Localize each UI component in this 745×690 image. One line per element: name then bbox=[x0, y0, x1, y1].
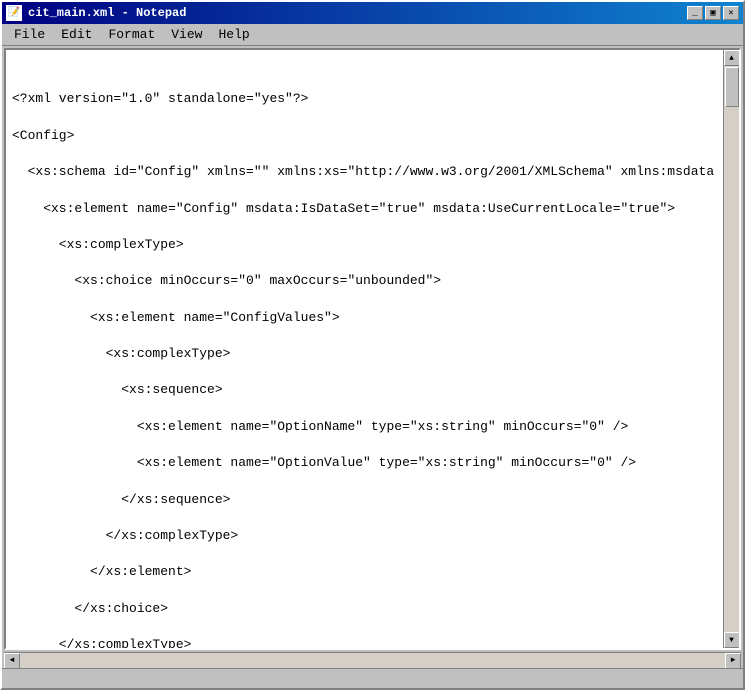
scroll-track-h[interactable] bbox=[20, 653, 725, 668]
menu-bar: File Edit Format View Help bbox=[2, 24, 743, 46]
scroll-track-v[interactable] bbox=[724, 66, 739, 632]
title-bar: 📝 cit_main.xml - Notepad _ ▣ ✕ bbox=[2, 2, 743, 24]
editor-line: <xs:schema id="Config" xmlns="" xmlns:xs… bbox=[12, 163, 717, 181]
main-window: 📝 cit_main.xml - Notepad _ ▣ ✕ File Edit… bbox=[0, 0, 745, 690]
scroll-down-button[interactable]: ▼ bbox=[724, 632, 740, 648]
editor-line: <?xml version="1.0" standalone="yes"?> bbox=[12, 90, 717, 108]
editor-line: <xs:complexType> bbox=[12, 236, 717, 254]
scroll-up-button[interactable]: ▲ bbox=[724, 50, 740, 66]
vertical-scrollbar[interactable]: ▲ ▼ bbox=[723, 50, 739, 648]
menu-file[interactable]: File bbox=[6, 25, 53, 44]
scroll-right-button[interactable]: ► bbox=[725, 653, 741, 669]
menu-view[interactable]: View bbox=[163, 25, 210, 44]
editor-content[interactable]: <?xml version="1.0" standalone="yes"?> <… bbox=[6, 50, 723, 648]
app-icon: 📝 bbox=[6, 5, 22, 21]
window-title: cit_main.xml - Notepad bbox=[28, 6, 186, 20]
title-bar-controls: _ ▣ ✕ bbox=[687, 6, 739, 20]
editor-container: <?xml version="1.0" standalone="yes"?> <… bbox=[4, 48, 741, 650]
restore-button[interactable]: ▣ bbox=[705, 6, 721, 20]
editor-line: </xs:complexType> bbox=[12, 527, 717, 545]
editor-line: <xs:element name="Config" msdata:IsDataS… bbox=[12, 200, 717, 218]
minimize-button[interactable]: _ bbox=[687, 6, 703, 20]
close-button[interactable]: ✕ bbox=[723, 6, 739, 20]
editor-line: </xs:element> bbox=[12, 563, 717, 581]
menu-edit[interactable]: Edit bbox=[53, 25, 100, 44]
scroll-left-button[interactable]: ◄ bbox=[4, 653, 20, 669]
scroll-thumb-v[interactable] bbox=[725, 67, 739, 107]
editor-line: <xs:sequence> bbox=[12, 381, 717, 399]
menu-format[interactable]: Format bbox=[100, 25, 163, 44]
title-bar-text: 📝 cit_main.xml - Notepad bbox=[6, 5, 186, 21]
editor-line: <xs:element name="OptionValue" type="xs:… bbox=[12, 454, 717, 472]
editor-line: </xs:sequence> bbox=[12, 491, 717, 509]
horizontal-scrollbar[interactable]: ◄ ► bbox=[4, 652, 741, 668]
editor-line: </xs:complexType> bbox=[12, 636, 717, 648]
editor-line: <xs:element name="OptionName" type="xs:s… bbox=[12, 418, 717, 436]
editor-line: <xs:element name="ConfigValues"> bbox=[12, 309, 717, 327]
status-bar bbox=[2, 668, 743, 688]
editor-line: <xs:choice minOccurs="0" maxOccurs="unbo… bbox=[12, 272, 717, 290]
editor-line: <Config> bbox=[12, 127, 717, 145]
editor-line: </xs:choice> bbox=[12, 600, 717, 618]
menu-help[interactable]: Help bbox=[210, 25, 257, 44]
editor-line: <xs:complexType> bbox=[12, 345, 717, 363]
